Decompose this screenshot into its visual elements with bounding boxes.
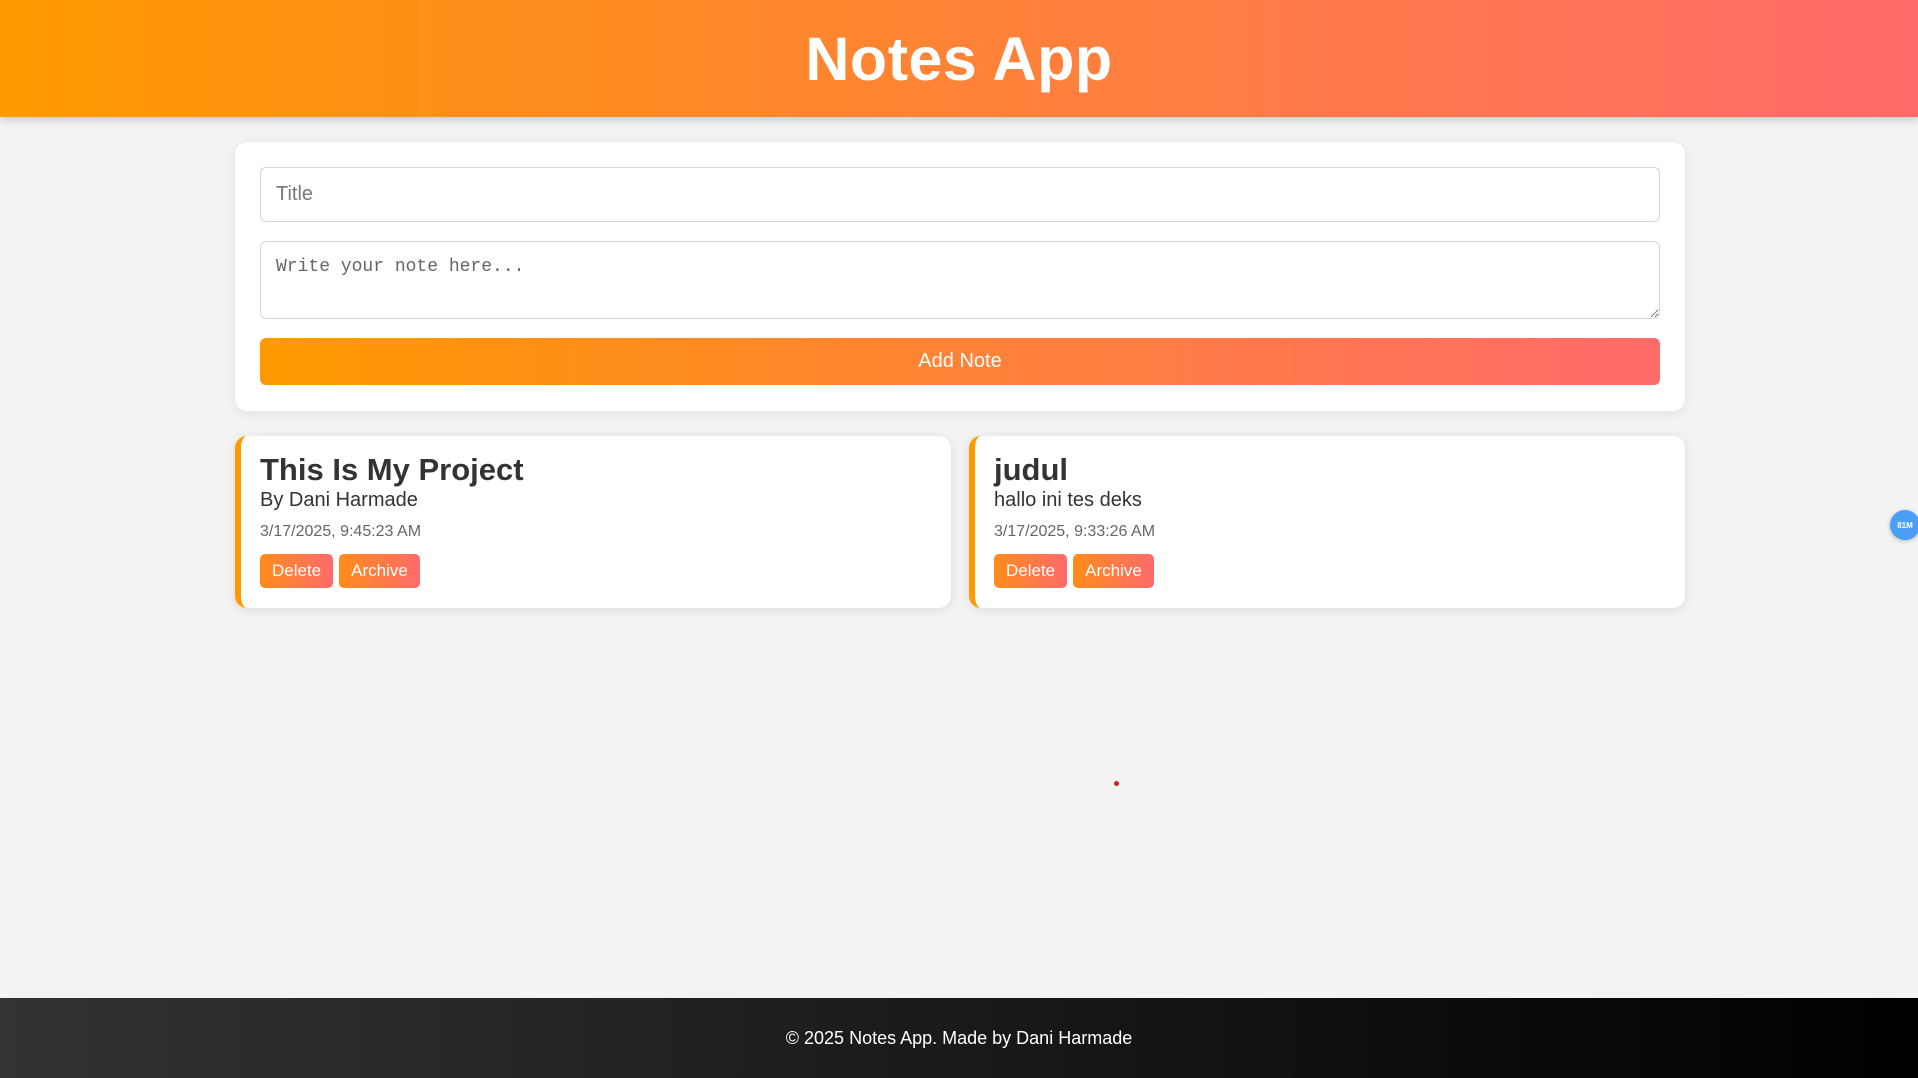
app-header: Notes App (0, 0, 1918, 117)
note-title: This Is My Project (260, 452, 524, 487)
note-body: hallo ini tes deks (994, 489, 1142, 511)
note-title: judul (994, 452, 1069, 487)
delete-button[interactable]: Delete (994, 554, 1068, 588)
delete-button[interactable]: Delete (260, 554, 334, 588)
cursor-dot (1114, 781, 1119, 786)
note-date: 3/17/2025, 9:45:23 AM (260, 523, 422, 540)
note-card: This Is My Project By Dani Harmade 3/17/… (235, 436, 951, 608)
archive-button[interactable]: Archive (1073, 554, 1154, 588)
add-note-button[interactable]: Add Note (260, 338, 1660, 385)
note-date: 3/17/2025, 9:33:26 AM (994, 523, 1156, 540)
note-actions: Delete Archive (994, 554, 1666, 588)
footer-text: © 2025 Notes App. Made by Dani Harmade (785, 1027, 1133, 1048)
notes-grid: This Is My Project By Dani Harmade 3/17/… (235, 436, 1685, 608)
app-footer: © 2025 Notes App. Made by Dani Harmade (0, 998, 1918, 1078)
note-actions: Delete Archive (260, 554, 932, 588)
archive-button[interactable]: Archive (339, 554, 420, 588)
note-card: judul hallo ini tes deks 3/17/2025, 9:33… (969, 436, 1685, 608)
title-input[interactable] (260, 167, 1660, 222)
app-title: Notes App (805, 24, 1113, 93)
floating-badge[interactable]: 81M (1890, 510, 1918, 540)
note-form: Add Note (235, 142, 1685, 411)
note-textarea[interactable] (260, 241, 1660, 319)
note-body: By Dani Harmade (260, 489, 418, 511)
